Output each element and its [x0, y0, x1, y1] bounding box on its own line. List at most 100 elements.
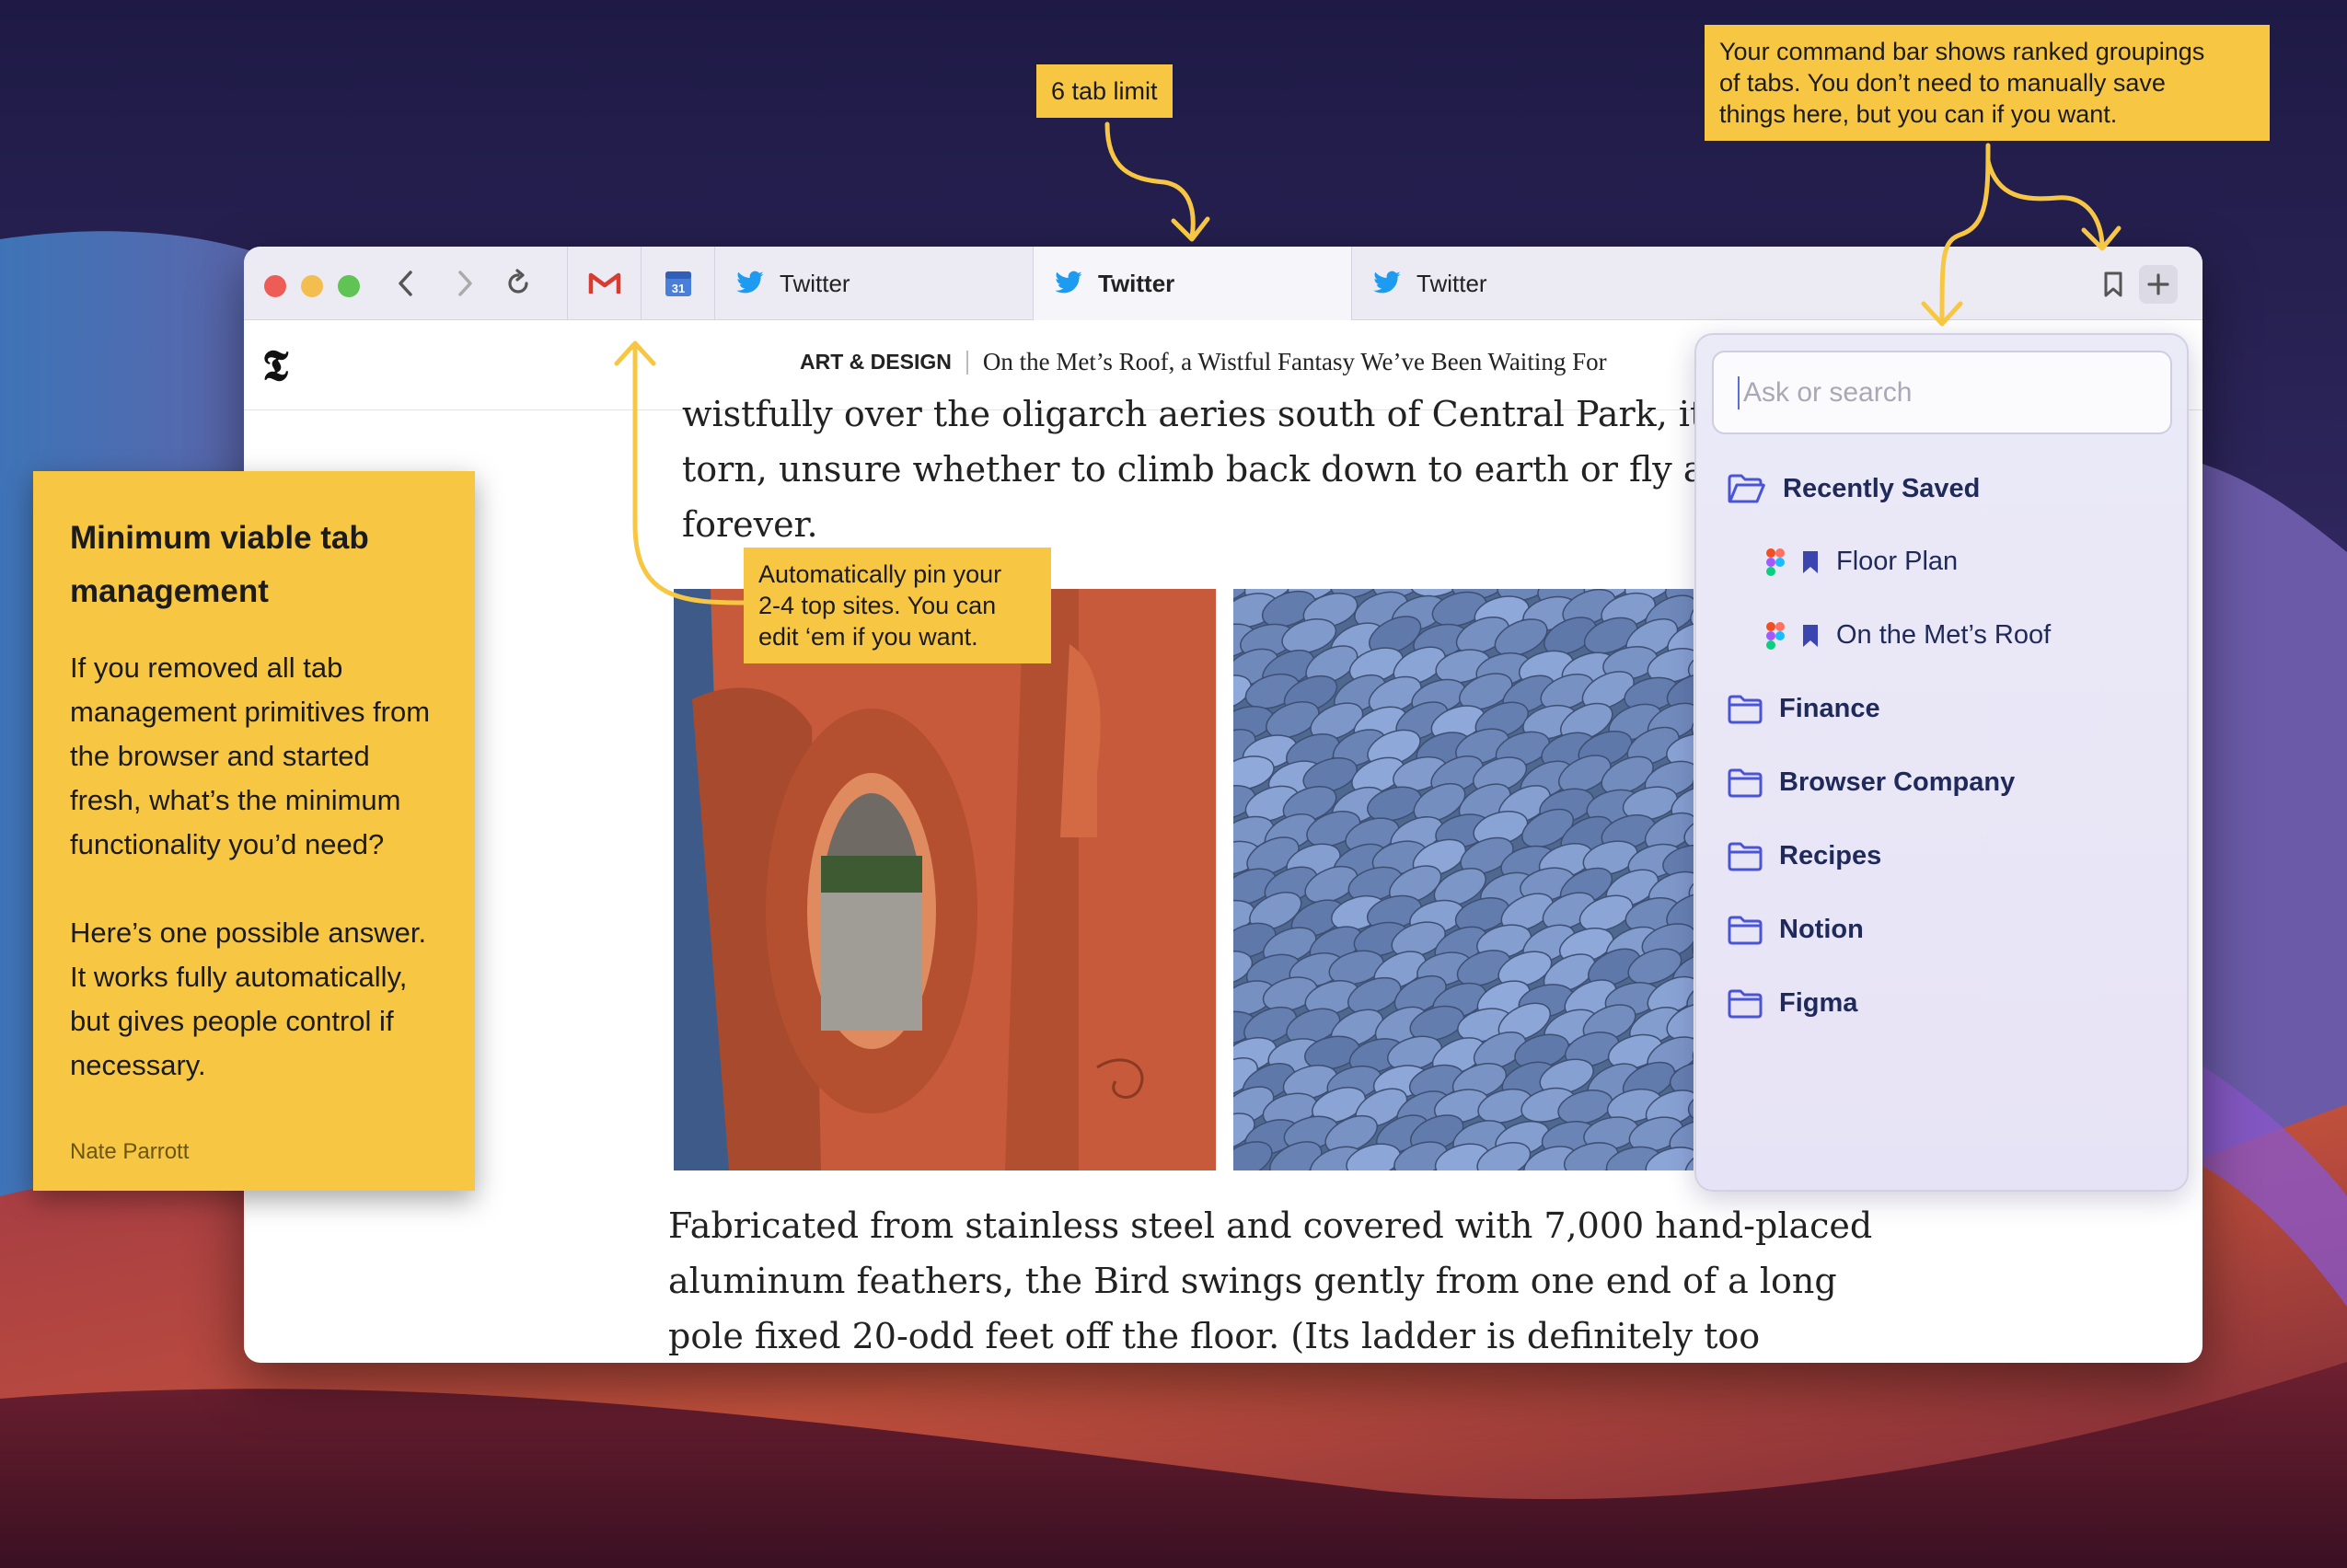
folder-recently-saved[interactable]: Recently Saved	[1728, 473, 1980, 504]
feathers-photo	[1233, 589, 1694, 1170]
folder-label: Recipes	[1779, 841, 1882, 870]
saved-item-mets-roof[interactable]: On the Met’s Roof	[1766, 620, 2051, 651]
command-bar-note: Your command bar shows ranked groupings …	[1705, 25, 2270, 141]
article-headline-bar: ART & DESIGN On the Met’s Roof, a Wistfu…	[800, 348, 1607, 376]
text-line: pole fixed 20-odd feet off the floor. (I…	[668, 1316, 1761, 1356]
window-controls	[264, 275, 360, 297]
tab-bar: 31 Twitter Twitter Twitter	[244, 247, 2202, 320]
tab-label: Twitter	[1416, 269, 1487, 297]
bookmark-filled-icon	[1803, 550, 1818, 573]
folder-label: Recently Saved	[1783, 473, 1981, 503]
folder-figma[interactable]: Figma	[1728, 988, 1857, 1019]
bookmark-filled-icon	[1803, 624, 1818, 647]
tab-twitter-3[interactable]: Twitter	[1351, 247, 1670, 320]
article-paragraph-top: wistfully over the oligarch aeries south…	[682, 386, 1789, 552]
reload-button[interactable]	[498, 263, 538, 304]
section-label[interactable]: ART & DESIGN	[800, 350, 952, 375]
calendar-day: 31	[671, 282, 684, 295]
minimize-window-button[interactable]	[301, 275, 323, 297]
text-line: If you removed all tab	[70, 651, 343, 684]
text-line: fresh, what’s the minimum	[70, 784, 401, 816]
folder-notion[interactable]: Notion	[1728, 915, 1864, 945]
text-line: torn, unsure whether to climb back down …	[682, 449, 1775, 490]
folder-icon	[1728, 842, 1763, 870]
folder-recipes[interactable]: Recipes	[1728, 841, 1881, 871]
tab-twitter-1[interactable]: Twitter	[714, 247, 1033, 320]
text-line: functionality you’d need?	[70, 828, 385, 860]
tab-label: Twitter	[780, 269, 850, 297]
tab-label: Twitter	[1098, 269, 1175, 297]
text-line: wistfully over the oligarch aeries south…	[682, 394, 1790, 434]
pinned-tab-gmail[interactable]	[567, 247, 641, 320]
note-line: 2-4 top sites. You can	[758, 592, 997, 619]
note-line: of tabs. You don’t need to manually save	[1719, 69, 2166, 97]
forward-button[interactable]	[445, 263, 485, 304]
folder-label: Finance	[1779, 694, 1880, 723]
command-bar-panel: Recently Saved Floor Plan On the Met’s R…	[1694, 333, 2189, 1192]
bookmark-button[interactable]	[2094, 265, 2133, 304]
folder-icon	[1728, 768, 1763, 797]
folder-icon	[1728, 695, 1763, 723]
folder-finance[interactable]: Finance	[1728, 694, 1880, 724]
command-search-box[interactable]	[1712, 351, 2172, 434]
text-line: forever.	[682, 504, 818, 545]
folder-label: Browser Company	[1779, 767, 2016, 797]
text-line: necessary.	[70, 1049, 206, 1081]
feathers-image	[1233, 589, 1694, 1170]
text-line: Fabricated from stainless steel and cove…	[668, 1205, 1873, 1246]
chevron-right-icon	[458, 271, 472, 296]
tab-limit-note: 6 tab limit	[1036, 64, 1173, 118]
twitter-icon	[1055, 271, 1082, 294]
bookmark-icon	[2104, 271, 2122, 297]
figma-icon	[1766, 621, 1785, 650]
plus-icon	[2147, 273, 2169, 295]
gmail-icon	[588, 272, 620, 294]
note-paragraph-1: If you removed all tab management primit…	[70, 646, 438, 867]
chevron-left-icon	[399, 271, 412, 296]
command-search-input[interactable]	[1743, 376, 2148, 409]
sculpture-photo	[674, 589, 1216, 1170]
note-line: 6 tab limit	[1051, 77, 1158, 105]
text-line: the browser and started	[70, 740, 370, 772]
text-caret	[1738, 375, 1740, 409]
nyt-logo[interactable]: 𝕿	[262, 340, 288, 392]
back-button[interactable]	[386, 263, 426, 304]
text-line: but gives people control if	[70, 1005, 394, 1037]
note-line: Automatically pin your	[758, 560, 1002, 588]
note-paragraph-2: Here’s one possible answer. It works ful…	[70, 911, 438, 1088]
text-line: Here’s one possible answer.	[70, 917, 427, 949]
divider	[965, 350, 968, 375]
article-paragraph-bottom: Fabricated from stainless steel and cove…	[668, 1198, 1872, 1363]
twitter-icon	[736, 271, 764, 294]
orange-sculpture-image	[674, 589, 1216, 1170]
figma-icon	[1766, 548, 1785, 576]
close-window-button[interactable]	[264, 275, 286, 297]
pinned-tab-calendar[interactable]: 31	[641, 247, 714, 320]
twitter-icon	[1373, 271, 1401, 294]
headline-text: On the Met’s Roof, a Wistful Fantasy We’…	[982, 348, 1607, 375]
saved-item-label: On the Met’s Roof	[1836, 620, 2052, 650]
note-line: edit ‘em if you want.	[758, 623, 978, 651]
note-line: Your command bar shows ranked groupings	[1719, 38, 2205, 65]
calendar-icon: 31	[665, 271, 691, 296]
title-line: management	[70, 573, 269, 609]
saved-item-label: Floor Plan	[1836, 547, 1959, 576]
text-line: It works fully automatically,	[70, 961, 408, 993]
folder-label: Figma	[1779, 988, 1858, 1018]
folder-browser-company[interactable]: Browser Company	[1728, 767, 2015, 798]
reload-icon	[508, 269, 528, 294]
folder-icon	[1728, 916, 1763, 944]
folder-icon	[1728, 989, 1763, 1018]
new-tab-button[interactable]	[2139, 265, 2178, 304]
note-line: things here, but you can if you want.	[1719, 100, 2118, 128]
zoom-window-button[interactable]	[338, 275, 360, 297]
pin-note: Automatically pin your 2-4 top sites. Yo…	[744, 548, 1051, 663]
main-explanation-note: Minimum viable tab management If you rem…	[33, 471, 475, 1191]
text-line: aluminum feathers, the Bird swings gentl…	[668, 1261, 1837, 1301]
note-author: Nate Parrott	[70, 1139, 190, 1164]
folder-label: Notion	[1779, 915, 1864, 944]
saved-item-floor-plan[interactable]: Floor Plan	[1766, 547, 1958, 577]
tab-twitter-2[interactable]: Twitter	[1033, 247, 1351, 320]
open-folder-icon	[1728, 474, 1765, 503]
title-line: Minimum viable tab	[70, 520, 369, 556]
